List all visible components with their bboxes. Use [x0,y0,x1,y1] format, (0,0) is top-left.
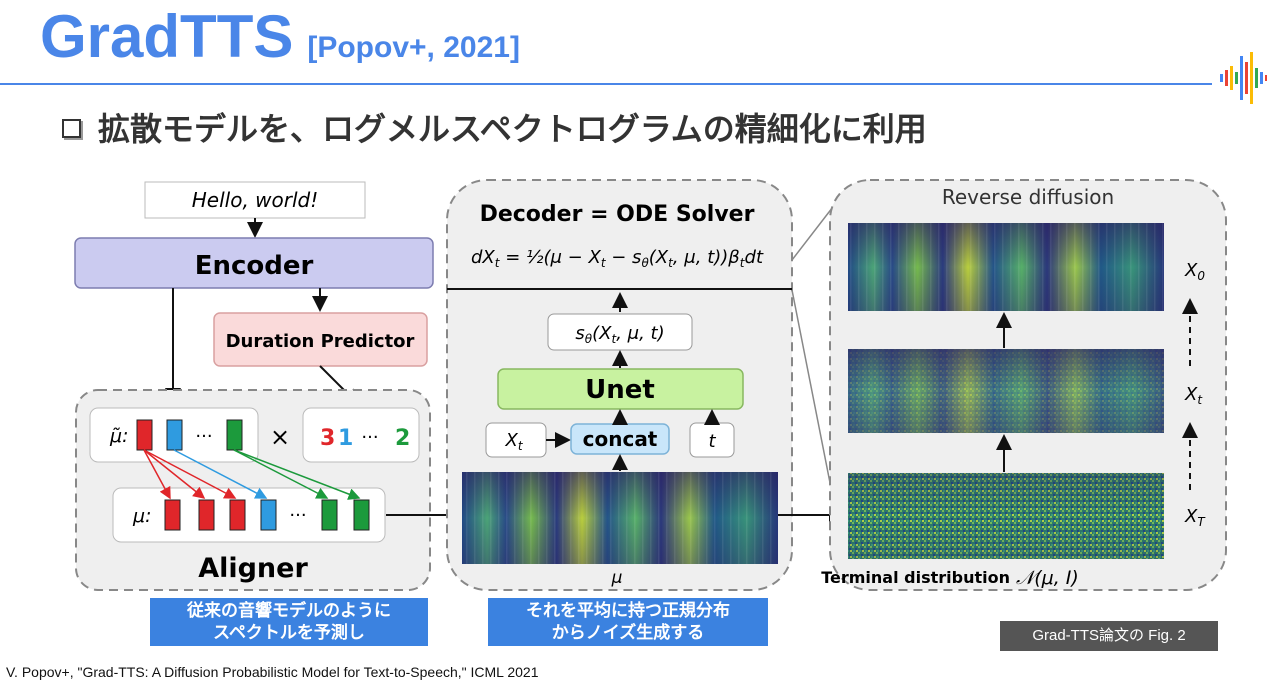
mu-token-green-1 [321,499,338,531]
zoom-line-bottom [791,289,834,499]
figure-reference-tag: Grad-TTS論文の Fig. 2 [1000,621,1218,651]
mu-token-red-1 [164,499,181,531]
citation-caption: V. Popov+, "Grad-TTS: A Diffusion Probab… [6,664,539,680]
duration-value-3: 2 [395,426,410,451]
ode-equation: dXt = ½(μ − Xt − sθ(Xt, μ, t))βtdt [471,247,764,270]
input-text: Hello, world! [192,188,319,212]
duration-predictor-label: Duration Predictor [226,331,415,352]
duration-value-1: 3 [320,426,335,451]
mu-token-blue [260,499,277,531]
unet-label: Unet [585,375,655,405]
mu-ellipsis: ··· [289,505,306,526]
mu-tilde-token-blue [166,419,183,451]
mu-tilde-token-green [226,419,243,451]
xT-spectrogram [848,473,1164,559]
times-sign: × [270,423,290,451]
mu-tilde-token-red [136,419,153,451]
mu-label: μ: [132,505,152,527]
x0-spectrogram [848,223,1164,311]
terminal-distribution-label: Terminal distribution [821,568,1010,587]
mu-tilde-ellipsis: ··· [195,426,212,447]
duration-ellipsis: ··· [361,427,378,448]
callout-middle-line2: からノイズ生成する [551,623,705,643]
mu-spectrogram [462,472,778,564]
mu-spectrogram-label: μ [611,568,623,588]
xt-spectrogram [848,349,1164,433]
mu-token-red-3 [229,499,246,531]
gradtts-diagram: Hello, world! Encoder Duration Predictor… [74,179,1227,591]
mu-tilde-label: μ̃: [109,425,129,447]
mu-token-red-2 [198,499,215,531]
callout-left: 従来の音響モデルのように スペクトルを予測し [150,598,428,646]
aligner-label: Aligner [198,553,308,584]
callout-left-line1: 従来の音響モデルのように [187,601,391,621]
callout-middle-line1: それを平均に持つ正規分布 [526,601,730,621]
encoder-label: Encoder [195,251,314,281]
normal-distribution-label: 𝒩(μ, I) [1016,567,1079,589]
t-input-label: t [708,431,716,452]
decoder-title: Decoder = ODE Solver [480,202,755,227]
concat-label: concat [583,427,658,451]
callout-middle: それを平均に持つ正規分布 からノイズ生成する [488,598,768,646]
callout-left-line2: スペクトルを予測し [213,623,365,643]
duration-value-2: 1 [338,426,353,451]
mu-token-green-2 [353,499,370,531]
mu-box [112,487,386,543]
reverse-diffusion-title: Reverse diffusion [942,185,1114,209]
